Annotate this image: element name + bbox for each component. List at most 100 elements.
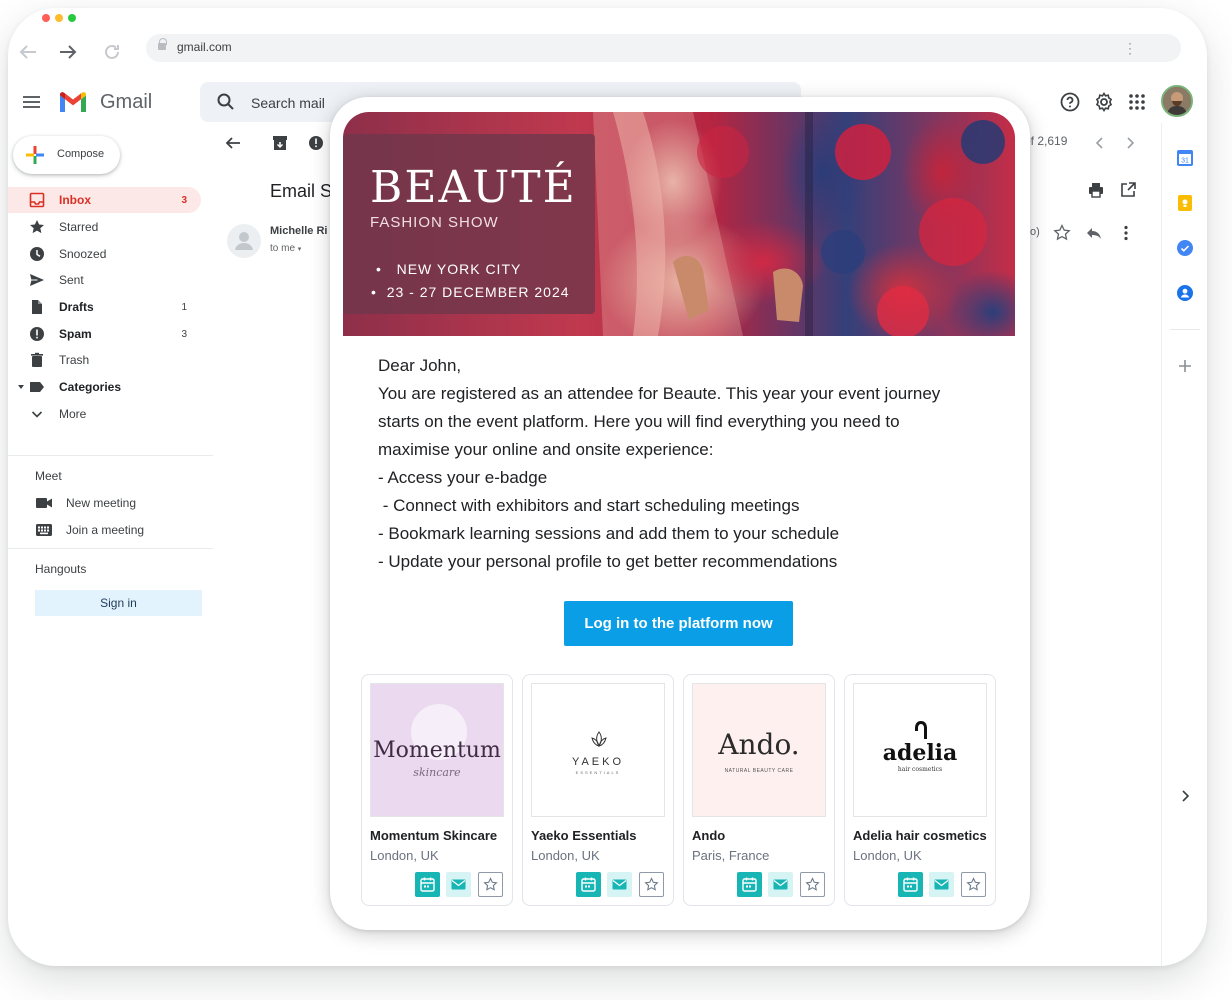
calendar-icon[interactable]: 31 xyxy=(1177,150,1193,166)
reply-icon[interactable] xyxy=(1084,223,1104,243)
adelia-logo-mark-icon xyxy=(915,721,927,739)
sidebar-item-categories[interactable]: Categories xyxy=(8,374,201,400)
details-caret-icon[interactable]: ▾ xyxy=(298,246,302,253)
close-dot[interactable] xyxy=(42,14,50,22)
email-preview-card: BEAUTÉ FASHION SHOW • NEW YORK CITY • 23… xyxy=(330,97,1030,930)
body-line: You are registered as an attendee for Be… xyxy=(378,384,941,403)
logo-wordmark: YAEKO xyxy=(571,756,625,768)
compose-button[interactable]: Compose xyxy=(13,136,120,174)
older-chevron-left-icon[interactable] xyxy=(1090,133,1110,153)
back-arrow-icon[interactable] xyxy=(16,40,40,64)
exhibitor-card[interactable]: Momentum skincare Momentum Skincare Lond… xyxy=(361,674,513,906)
login-platform-label: Log in to the platform now xyxy=(584,615,773,632)
account-avatar[interactable] xyxy=(1161,85,1193,117)
bookmark-button[interactable] xyxy=(961,872,986,897)
bookmark-button[interactable] xyxy=(639,872,664,897)
address-bar[interactable]: gmail.com ⋮ xyxy=(146,34,1181,62)
bullet-line: - Bookmark learning sessions and add the… xyxy=(378,524,840,543)
schedule-meeting-button[interactable] xyxy=(415,872,440,897)
recipient-to-me[interactable]: to me ▾ xyxy=(270,243,301,254)
reload-icon[interactable] xyxy=(100,40,124,64)
contacts-icon[interactable] xyxy=(1177,285,1193,301)
sidebar-item-inbox[interactable]: Inbox 3 xyxy=(8,187,201,213)
sidebar-item-label: Categories xyxy=(59,380,122,394)
exhibitor-logo: Momentum skincare xyxy=(370,683,504,817)
open-in-new-window-icon[interactable] xyxy=(1118,180,1138,200)
body-line: starts on the event platform. Here you w… xyxy=(378,412,900,431)
sidebar-item-sent[interactable]: Sent xyxy=(8,267,201,293)
mail-icon xyxy=(451,879,466,890)
exhibitor-card[interactable]: YAEKO ESSENTIALS Yaeko Essentials London… xyxy=(522,674,674,906)
message-button[interactable] xyxy=(768,872,793,897)
bookmark-button[interactable] xyxy=(478,872,503,897)
exhibitor-card[interactable]: adelia hair cosmetics Adelia hair cosmet… xyxy=(844,674,996,906)
keep-notes-icon[interactable] xyxy=(1177,195,1193,211)
exhibitor-list: Momentum skincare Momentum Skincare Lond… xyxy=(361,674,1001,907)
exhibitor-location: Paris, France xyxy=(692,848,770,863)
sender-avatar[interactable] xyxy=(227,224,261,258)
message-button[interactable] xyxy=(446,872,471,897)
sidebar-item-starred[interactable]: Starred xyxy=(8,214,201,240)
more-options-icon[interactable] xyxy=(1116,223,1136,243)
browser-menu-icon[interactable]: ⋮ xyxy=(1123,40,1137,57)
report-spam-icon[interactable] xyxy=(306,133,326,153)
message-button[interactable] xyxy=(929,872,954,897)
sign-in-label: Sign in xyxy=(100,596,137,610)
star-icon xyxy=(966,877,981,891)
minimize-dot[interactable] xyxy=(55,14,63,22)
exhibitor-logo: YAEKO ESSENTIALS xyxy=(531,683,665,817)
expand-caret-icon[interactable] xyxy=(18,385,24,389)
star-message-icon[interactable] xyxy=(1052,223,1072,243)
new-meeting-link[interactable]: New meeting xyxy=(36,493,206,513)
main-menu-icon[interactable] xyxy=(23,96,40,108)
print-icon[interactable] xyxy=(1086,180,1106,200)
logo-tagline: NATURAL BEAUTY CARE xyxy=(724,768,794,774)
exhibitor-location: London, UK xyxy=(370,848,439,863)
schedule-meeting-button[interactable] xyxy=(576,872,601,897)
newer-chevron-right-icon[interactable] xyxy=(1120,133,1140,153)
browser-toolbar: gmail.com ⋮ xyxy=(8,32,1207,76)
schedule-meeting-button[interactable] xyxy=(898,872,923,897)
back-to-inbox-icon[interactable] xyxy=(223,133,243,153)
hangouts-sign-in-button[interactable]: Sign in xyxy=(35,590,202,616)
exhibitor-card[interactable]: Ando. NATURAL BEAUTY CARE Ando Paris, Fr… xyxy=(683,674,835,906)
sidebar-item-spam[interactable]: Spam 3 xyxy=(8,321,201,347)
gmail-logo-icon[interactable] xyxy=(58,90,88,114)
trash-icon xyxy=(29,352,45,368)
expand-panel-chevron-icon[interactable] xyxy=(1177,788,1193,804)
message-button[interactable] xyxy=(607,872,632,897)
logo-tagline: skincare xyxy=(413,766,461,779)
forward-arrow-icon[interactable] xyxy=(56,40,80,64)
event-date-range: 23 - 27 DECEMBER 2024 xyxy=(386,284,570,300)
rail-divider xyxy=(1170,329,1200,330)
schedule-meeting-button[interactable] xyxy=(737,872,762,897)
sidebar-item-trash[interactable]: Trash xyxy=(8,347,201,373)
url-text: gmail.com xyxy=(177,40,232,54)
bullet-line: - Access your e-badge xyxy=(378,468,548,487)
login-platform-button[interactable]: Log in to the platform now xyxy=(564,601,793,646)
bullet-line: - Update your personal profile to get be… xyxy=(378,552,838,571)
sidebar-item-drafts[interactable]: Drafts 1 xyxy=(8,294,201,320)
hangouts-section-title: Hangouts xyxy=(35,562,87,576)
search-input[interactable]: Search mail xyxy=(251,95,325,111)
greeting: Dear John, xyxy=(378,356,462,375)
mail-icon xyxy=(934,879,949,890)
meet-section-title: Meet xyxy=(35,469,62,483)
archive-icon[interactable] xyxy=(270,133,290,153)
bookmark-button[interactable] xyxy=(800,872,825,897)
sidebar-item-more[interactable]: More xyxy=(8,401,201,427)
bullet-line: - Connect with exhibitors and start sche… xyxy=(378,496,800,515)
join-meeting-link[interactable]: Join a meeting xyxy=(36,520,206,540)
spam-icon xyxy=(29,326,45,342)
sidebar-item-snoozed[interactable]: Snoozed xyxy=(8,241,201,267)
apps-grid-icon[interactable] xyxy=(1125,90,1149,114)
settings-gear-icon[interactable] xyxy=(1092,90,1116,114)
tasks-icon[interactable] xyxy=(1177,240,1193,256)
help-icon[interactable] xyxy=(1058,90,1082,114)
event-title: BEAUTÉ xyxy=(370,162,577,213)
maximize-dot[interactable] xyxy=(68,14,76,22)
exhibitor-location: London, UK xyxy=(853,848,922,863)
add-addon-plus-icon[interactable] xyxy=(1177,358,1193,374)
chevron-down-icon xyxy=(29,406,45,422)
search-icon[interactable] xyxy=(216,92,236,112)
